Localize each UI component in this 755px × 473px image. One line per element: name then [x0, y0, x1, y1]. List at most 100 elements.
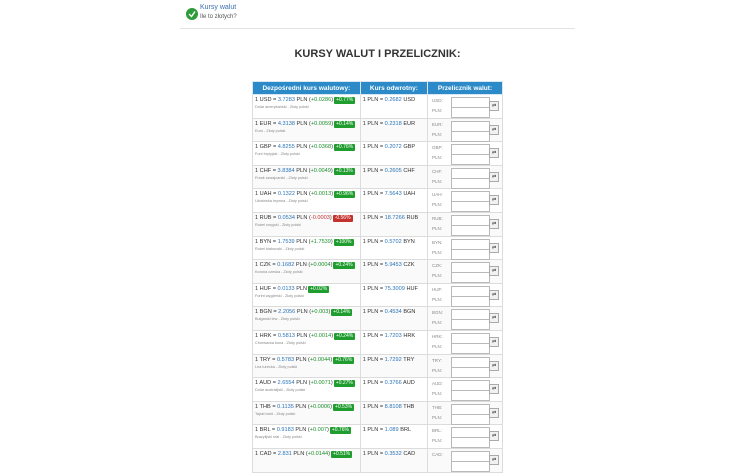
- pln-amount-input[interactable]: [451, 390, 491, 402]
- rate-change: +1.7539: [310, 238, 331, 245]
- table-row: 1 CZK = 0.1682 PLN (+0.0004) +0.24% Koron…: [252, 259, 503, 284]
- rate-value[interactable]: 0.0534: [278, 215, 295, 221]
- inverse-rate-value[interactable]: 0.3532: [385, 451, 402, 457]
- currency-pair-name: Frank szwajcarski - Złoty polski: [255, 175, 308, 180]
- notification-title[interactable]: Kursy walut: [200, 4, 236, 11]
- direct-rate-cell: 1 TRY = 0.5783 PLN (+0.0044) +0.76% Lira …: [252, 353, 361, 379]
- rate-value[interactable]: 0.1682: [277, 262, 294, 268]
- currency-pair-name: Rubel białoruski - Złoty polski: [255, 246, 305, 251]
- rate-value[interactable]: 0.1322: [278, 191, 295, 197]
- inverse-currency-code: BYN: [403, 238, 415, 245]
- pln-amount-input[interactable]: [451, 295, 491, 307]
- convert-icon: ⇄: [491, 268, 497, 275]
- pln-amount-input[interactable]: [451, 107, 491, 118]
- table-row: 1 TRY = 0.5783 PLN (+0.0044) +0.76% Lira …: [252, 353, 503, 379]
- inverse-rate-cell: 1 PLN = 1.089 BRL: [359, 424, 429, 449]
- convert-button[interactable]: ⇄: [489, 148, 500, 159]
- rate-value[interactable]: 3.7283: [278, 97, 295, 103]
- currency-logo-icon: [186, 8, 198, 20]
- inverse-rate-value[interactable]: 1.7292: [385, 357, 402, 363]
- change-percent-badge: +0.77%: [334, 97, 356, 104]
- pln-label: PLN:: [432, 296, 443, 302]
- inverse-currency-code: CAD: [403, 450, 416, 457]
- inverse-rate-cell: 1 PLN = 0.5702 BYN: [359, 235, 429, 261]
- table-row: 1 BGN = 2.2056 PLN (+0.003) +0.14% Bułgar…: [252, 306, 503, 331]
- rate-value[interactable]: 2.2056: [278, 309, 295, 315]
- inverse-rate-value[interactable]: 0.4534: [385, 309, 402, 315]
- pln-amount-input[interactable]: [451, 272, 491, 284]
- inverse-rate-value[interactable]: 0.2682: [385, 97, 402, 103]
- rate-value[interactable]: 0.0133: [278, 286, 295, 292]
- inverse-rate-value[interactable]: 1.089: [385, 427, 399, 433]
- currency-code: HUF: [259, 285, 272, 292]
- rate-value[interactable]: 0.5813: [278, 333, 295, 339]
- convert-button[interactable]: ⇄: [489, 336, 500, 347]
- convert-button[interactable]: ⇄: [489, 360, 500, 371]
- inverse-rate-value[interactable]: 8.8108: [385, 404, 402, 410]
- pln-amount-input[interactable]: [451, 413, 491, 425]
- currency-code: AUD: [259, 380, 272, 387]
- notification-bar: Kursy walut Ile to złotych?: [180, 0, 575, 29]
- rate-value[interactable]: 1.7539: [278, 239, 295, 245]
- inverse-rate-cell: 1 PLN = 0.3532 CAD: [359, 447, 429, 473]
- currency-code: GBP: [259, 144, 272, 151]
- inverse-rate-value[interactable]: 18.7266: [385, 215, 405, 221]
- pln-amount-input[interactable]: [451, 201, 491, 213]
- pln-amount-input[interactable]: [451, 224, 491, 236]
- pln-amount-input[interactable]: [451, 366, 491, 378]
- inverse-rate-value[interactable]: 0.2072: [385, 144, 402, 150]
- convert-button[interactable]: ⇄: [489, 101, 500, 111]
- pln-label: PLN:: [432, 343, 443, 349]
- inverse-currency-code: AUD: [403, 380, 415, 387]
- rate-value[interactable]: 4.8255: [278, 144, 295, 150]
- pln-amount-input[interactable]: [451, 248, 491, 260]
- convert-button[interactable]: ⇄: [489, 454, 500, 465]
- convert-button[interactable]: ⇄: [489, 171, 500, 182]
- convert-button[interactable]: ⇄: [489, 289, 500, 300]
- inverse-rate-value[interactable]: 1.7203: [385, 333, 402, 339]
- pln-amount-input[interactable]: [451, 342, 491, 354]
- convert-icon: ⇄: [491, 220, 497, 227]
- change-percent-badge: +0.96%: [334, 191, 356, 199]
- rate-value[interactable]: 0.1135: [277, 404, 294, 410]
- converter-cell: AUD: PLN: ⇄: [427, 377, 503, 402]
- inverse-rate-value[interactable]: 5.9453: [385, 262, 402, 268]
- pln-amount-input[interactable]: [451, 130, 491, 142]
- pln-amount-input[interactable]: [451, 460, 491, 472]
- convert-button[interactable]: ⇄: [489, 384, 500, 395]
- convert-button[interactable]: ⇄: [489, 266, 500, 277]
- pln-amount-input[interactable]: [451, 177, 491, 189]
- inverse-rate-value[interactable]: 75.3009: [385, 286, 405, 292]
- rate-change: +0.0044: [309, 356, 331, 363]
- change-percent-badge: +0.24%: [333, 262, 355, 270]
- inverse-rate-value[interactable]: 0.2605: [385, 168, 402, 174]
- rate-value[interactable]: 2.6554: [278, 380, 295, 386]
- rate-value[interactable]: 3.8384: [278, 168, 295, 174]
- rate-value[interactable]: 4.3138: [278, 121, 295, 127]
- converter-cell: THB: PLN: ⇄: [427, 400, 503, 426]
- inverse-rate-value[interactable]: 0.2318: [385, 121, 402, 127]
- convert-button[interactable]: ⇄: [489, 195, 500, 206]
- pln-label: PLN:: [432, 202, 443, 208]
- inverse-rate-value[interactable]: 7.5643: [385, 191, 402, 197]
- convert-button[interactable]: ⇄: [489, 124, 500, 135]
- inverse-currency-code: GBP: [403, 144, 416, 151]
- pln-amount-input[interactable]: [451, 154, 491, 166]
- inverse-rate-value[interactable]: 0.5702: [385, 239, 402, 245]
- inverse-rate-value[interactable]: 0.3766: [385, 380, 402, 386]
- convert-button[interactable]: ⇄: [489, 313, 500, 324]
- rate-value[interactable]: 0.5783: [277, 357, 294, 363]
- currency-code: CAD: [259, 450, 272, 457]
- convert-button[interactable]: ⇄: [489, 242, 500, 253]
- convert-button[interactable]: ⇄: [489, 431, 500, 442]
- currency-code: BGN: [259, 309, 272, 316]
- inverse-currency-code: BRL: [400, 427, 412, 434]
- currency-pair-name: Chorwacka kuna - Złoty polski: [255, 340, 306, 345]
- rate-value[interactable]: 0.9183: [277, 427, 294, 433]
- convert-button[interactable]: ⇄: [489, 407, 500, 418]
- inverse-rate-cell: 1 PLN = 5.9453 CZK: [359, 259, 429, 284]
- pln-amount-input[interactable]: [451, 437, 491, 449]
- pln-amount-input[interactable]: [451, 319, 491, 331]
- convert-button[interactable]: ⇄: [489, 218, 500, 229]
- rate-value[interactable]: 2.831: [278, 451, 292, 457]
